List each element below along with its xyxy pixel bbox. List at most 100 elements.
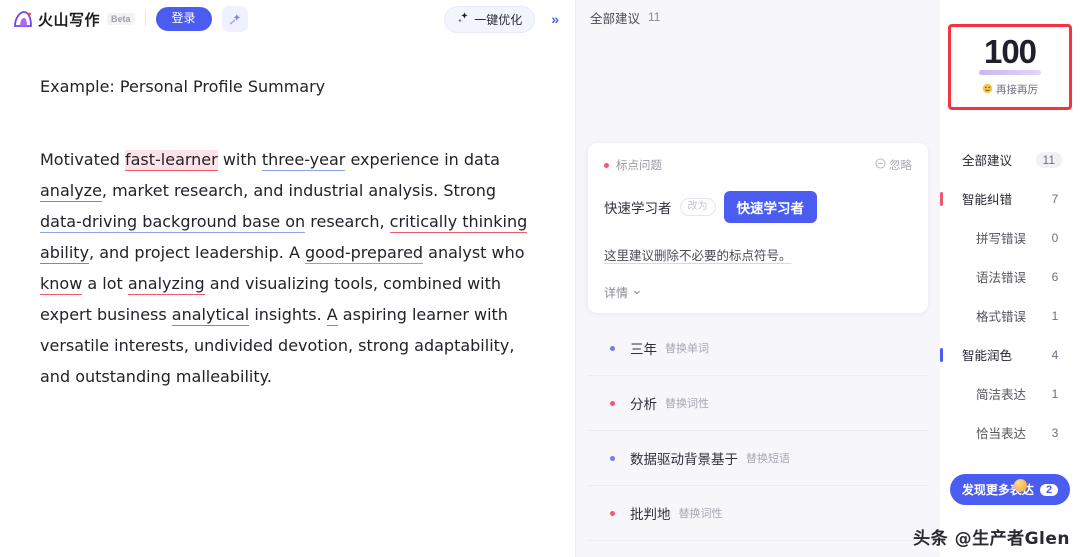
severity-dot-icon [610, 345, 615, 351]
sparkle-icon [457, 11, 470, 27]
inline-suggestion-blue[interactable]: data-driving background base on [40, 212, 306, 234]
document-text-run: , and project leadership. A [89, 243, 305, 263]
suggestion-item-kind: 替换词性 [665, 398, 709, 410]
suggestion-header-label: 全部建议 [590, 11, 641, 26]
app-root: 火山写作 Beta 登录 一键优化 » Example: Personal Pr… [0, 0, 1080, 557]
category-label: 语法错误 [976, 271, 1027, 285]
suggestion-detail-label: 详情 [604, 286, 629, 300]
inline-suggestion-red-highlight[interactable]: fast-learner [124, 150, 218, 172]
document-text-run: experience in data [345, 150, 500, 170]
category-count: 0 [1051, 230, 1059, 245]
login-button[interactable]: 登录 [155, 7, 212, 31]
inline-suggestion-blue[interactable]: good-prepared [304, 243, 424, 265]
category-row[interactable]: 智能纠错 7 [940, 179, 1080, 218]
category-label: 恰当表达 [976, 427, 1027, 441]
category-count: 11 [1035, 151, 1062, 168]
category-count: 7 [1051, 191, 1059, 206]
inline-suggestion-blue[interactable]: three-year [261, 150, 346, 172]
brand-name: 火山写作 [38, 11, 101, 29]
circle-minus-icon [875, 158, 886, 172]
document-text-run: with [217, 150, 262, 170]
suggestion-pane-header: 全部建议 11 [576, 0, 940, 34]
inline-suggestion-red[interactable]: A [326, 305, 338, 327]
document-paragraph[interactable]: Motivated fast-learner with three-year e… [40, 144, 535, 392]
suggestion-type-tag: 标点问题 [616, 160, 662, 172]
collapse-panel-icon[interactable]: » [545, 9, 565, 29]
category-count: 6 [1051, 269, 1059, 284]
category-label: 全部建议 [962, 154, 1013, 168]
document-text-run: research, [305, 212, 390, 232]
suggestion-explanation: 这里建议删除不必要的标点符号。 [604, 249, 792, 263]
document-text-run: , market research, and industrial analys… [101, 181, 497, 201]
suggestion-list: 三年 替换单词 分析 替换词性 数据驱动背景基于 替换短语 批判地 替换词性 [576, 321, 940, 541]
suggestion-card-header: 标点问题 忽略 [604, 157, 912, 173]
inline-suggestion-red[interactable]: analytical [171, 305, 250, 327]
suggestion-detail-toggle[interactable]: 详情 [604, 284, 912, 301]
volcano-logo-icon [12, 9, 34, 29]
replace-arrow-label: 改为 [679, 198, 716, 216]
inline-suggestion-red[interactable]: analyze [40, 181, 102, 203]
score-panel: 100 再接再厉 全部建议 11 智能纠错 7 拼写错误 0 语法错误 6 格式错误 1 智能润色 4… [940, 0, 1080, 557]
suggestion-item-text: 分析 [630, 397, 657, 412]
suggestion-item-kind: 替换单词 [665, 343, 709, 355]
severity-dot-icon [610, 400, 615, 406]
smiley-emoji-icon [982, 83, 993, 97]
category-label: 智能纠错 [962, 193, 1013, 207]
document-text-run: insights. [249, 305, 327, 325]
category-label: 格式错误 [976, 310, 1027, 324]
category-row[interactable]: 语法错误 6 [940, 257, 1080, 296]
discover-highlight-dot-icon [1014, 479, 1027, 492]
ignore-button[interactable]: 忽略 [875, 157, 912, 173]
score-underline-decoration [979, 70, 1041, 75]
suggestion-list-item[interactable]: 三年 替换单词 [588, 321, 928, 376]
score-caption: 再接再厉 [951, 82, 1069, 97]
active-suggestion-card[interactable]: 标点问题 忽略 快速学习者 改为 快速学习者 这里建议删除不必要的标点符号。 详… [588, 143, 928, 313]
suggestion-list-item[interactable]: 分析 替换词性 [588, 376, 928, 431]
original-text: 快速学习者 [604, 201, 672, 216]
severity-dot-icon [604, 162, 609, 168]
suggestion-item-text: 批判地 [630, 507, 671, 522]
suggestion-item-text: 三年 [630, 342, 657, 357]
brand-logo: 火山写作 Beta [12, 9, 135, 30]
document-text-run: analyst who [423, 243, 525, 263]
document-score: 100 [983, 33, 1037, 70]
document-editor[interactable]: Example: Personal Profile Summary Motiva… [0, 38, 575, 392]
category-label: 简洁表达 [976, 388, 1027, 402]
beta-badge: Beta [107, 13, 135, 25]
category-count: 1 [1051, 308, 1059, 323]
suggestion-list-item[interactable]: 批判地 替换词性 [588, 486, 928, 541]
apply-suggestion-chip[interactable]: 快速学习者 [723, 191, 817, 223]
suggestion-item-text: 数据驱动背景基于 [630, 452, 738, 467]
discover-count-badge: 2 [1039, 483, 1059, 496]
replacement-row: 快速学习者 改为 快速学习者 [604, 191, 912, 223]
inline-suggestion-red[interactable]: analyzing [127, 274, 205, 296]
document-text-run: Motivated [40, 150, 125, 170]
one-click-optimize-label: 一键优化 [474, 12, 523, 27]
top-toolbar: 火山写作 Beta 登录 一键优化 » [0, 0, 575, 38]
suggestion-pane: 全部建议 11 标点问题 忽略 快速学习者 改为 快速学习者 这里建议删除不必要… [576, 0, 940, 557]
one-click-optimize-button[interactable]: 一键优化 [444, 5, 536, 33]
suggestion-item-kind: 替换词性 [678, 508, 723, 520]
suggestion-list-item[interactable]: 数据驱动背景基于 替换短语 [588, 431, 928, 486]
category-count: 1 [1051, 386, 1059, 401]
category-label: 拼写错误 [976, 232, 1027, 246]
category-label: 智能润色 [962, 349, 1013, 363]
severity-dot-icon [610, 455, 615, 461]
inline-suggestion-red[interactable]: know [40, 274, 83, 296]
score-caption-label: 再接再厉 [996, 84, 1038, 96]
category-row[interactable]: 格式错误 1 [940, 296, 1080, 335]
suggestion-item-kind: 替换短语 [746, 453, 790, 465]
category-list: 全部建议 11 智能纠错 7 拼写错误 0 语法错误 6 格式错误 1 智能润色 4 简洁表达 1 恰当表达… [940, 140, 1080, 452]
discover-more-expressions-button[interactable]: 发现更多表达 2 [950, 474, 1070, 505]
category-row[interactable]: 智能润色 4 [940, 335, 1080, 374]
watermark: 头条 @生产者Glen [913, 529, 1070, 549]
category-row[interactable]: 简洁表达 1 [940, 374, 1080, 413]
category-indicator-bar [940, 191, 943, 206]
magic-wand-icon[interactable] [221, 6, 248, 32]
category-row[interactable]: 全部建议 11 [940, 140, 1080, 179]
ignore-label: 忽略 [889, 160, 912, 172]
toolbar-divider [144, 11, 146, 27]
category-row[interactable]: 恰当表达 3 [940, 413, 1080, 452]
editor-pane: 火山写作 Beta 登录 一键优化 » Example: Personal Pr… [0, 0, 576, 557]
category-row[interactable]: 拼写错误 0 [940, 218, 1080, 257]
